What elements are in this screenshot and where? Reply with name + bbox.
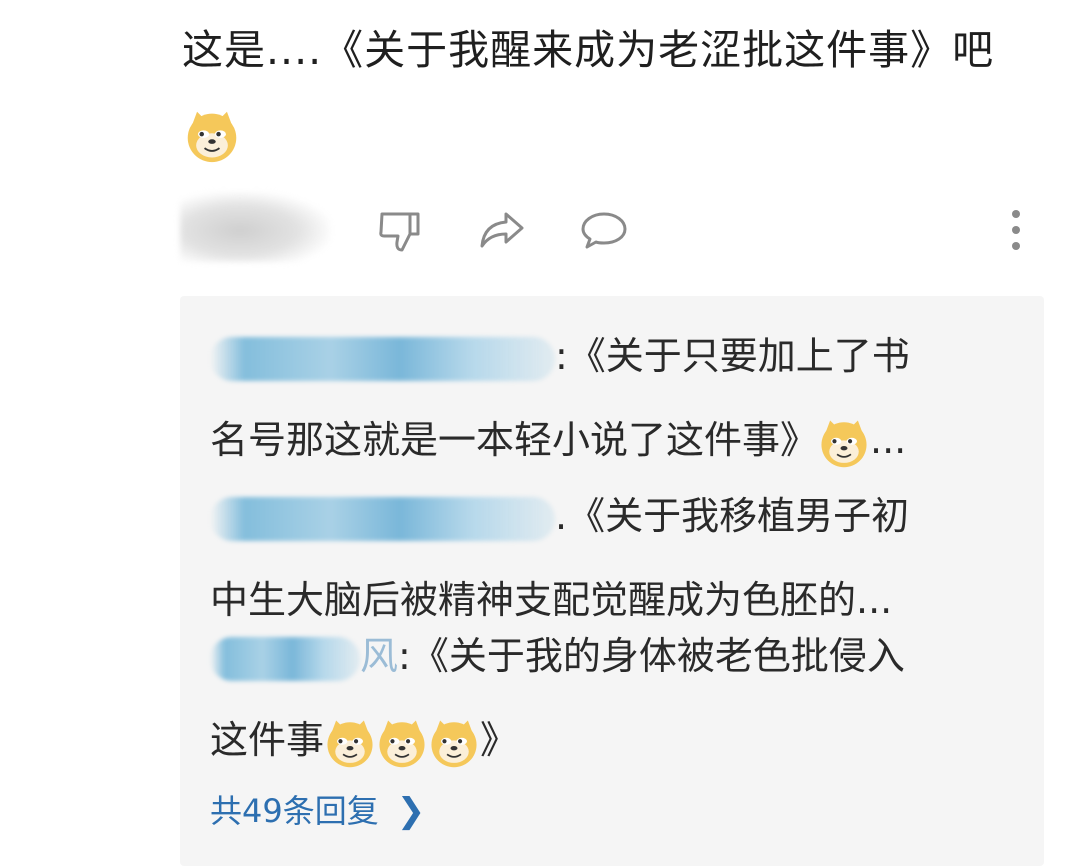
view-more-replies-link[interactable]: 共49条回复 ❯ xyxy=(210,786,425,832)
reply-username-blurred xyxy=(210,496,555,541)
comment-action-bar xyxy=(180,192,1040,268)
reply-username-blurred xyxy=(210,336,555,381)
reply-text: 》 xyxy=(480,718,519,762)
reply-username-blurred xyxy=(210,636,360,681)
reply-text: 名号那这就是一本轻小说了这件事》 xyxy=(210,418,819,462)
doge-emoji-icon xyxy=(818,417,870,469)
reply-item[interactable]: :《关于只要加上了书 名号那这就是一本轻小说了这件事》 ... xyxy=(210,314,990,482)
more-vertical-icon[interactable] xyxy=(1004,208,1028,252)
chevron-right-icon: ❯ xyxy=(396,791,426,831)
reply-text: 这件事 xyxy=(210,718,325,762)
share-arrow-icon[interactable] xyxy=(478,206,526,254)
more-replies-label: 共49条回复 xyxy=(210,792,379,830)
comment-text: 这是....《关于我醒来成为老涩批这件事》吧 xyxy=(182,26,995,74)
thumbs-down-icon[interactable] xyxy=(376,206,424,254)
username-blurred xyxy=(180,192,330,262)
doge-emoji-icon xyxy=(324,717,376,769)
reply-preview-panel: :《关于只要加上了书 名号那这就是一本轻小说了这件事》 ... .《关于我移植男… xyxy=(180,296,1044,866)
doge-emoji-icon xyxy=(376,717,428,769)
doge-emoji-icon xyxy=(428,717,480,769)
reply-text: .《关于我移植男子初 xyxy=(555,494,910,538)
reply-ellipsis: ... xyxy=(870,418,907,462)
reply-item[interactable]: 风:《关于我的身体被老色批侵入 这件事 》 xyxy=(210,614,990,782)
reply-text: :《关于我的身体被老色批侵入 xyxy=(398,634,905,678)
comment-emoji xyxy=(184,108,240,164)
reply-username-tail: 风 xyxy=(360,634,399,678)
reply-text: :《关于只要加上了书 xyxy=(555,334,910,378)
speech-bubble-icon[interactable] xyxy=(580,206,628,254)
doge-emoji-icon xyxy=(184,108,240,164)
